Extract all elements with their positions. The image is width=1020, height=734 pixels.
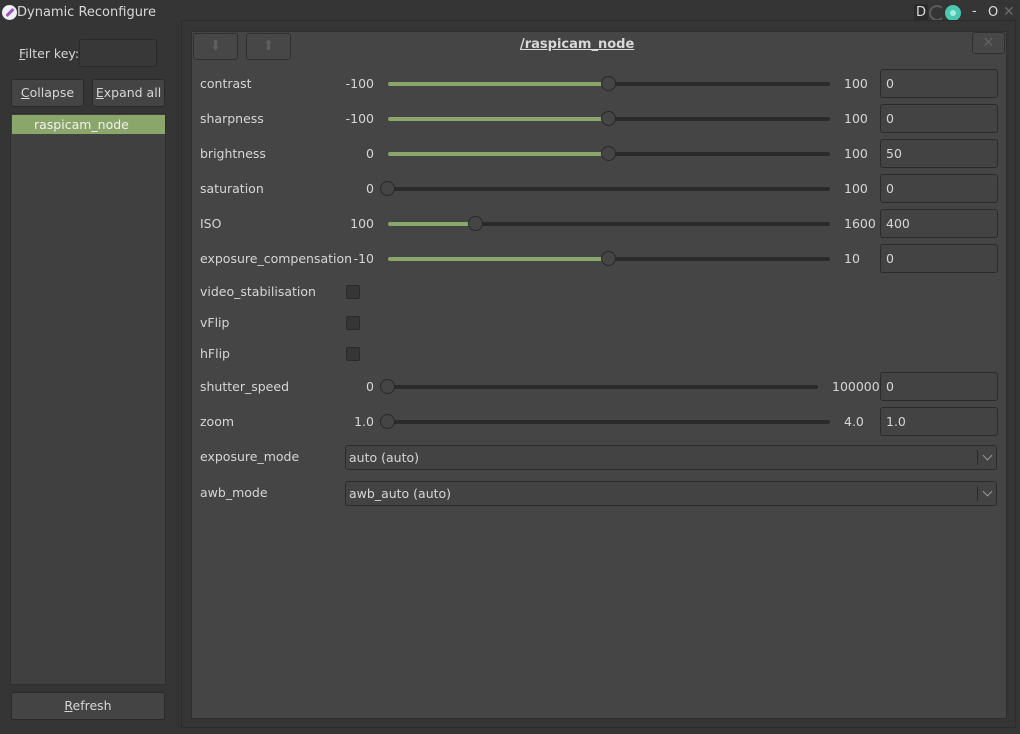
saturation-slider[interactable] xyxy=(388,187,830,191)
left-panel: Filter key: Collapse all Expand all rasp… xyxy=(0,26,178,730)
zoom-max-label: 4.0 xyxy=(844,414,864,429)
exposure-compensation-slider-fill xyxy=(388,257,609,261)
collapse-all-button[interactable]: Collapse all xyxy=(11,79,84,126)
chevron-down-icon xyxy=(982,450,993,461)
tray-d-icon[interactable]: D xyxy=(914,4,928,21)
shutter-speed-slider[interactable] xyxy=(388,385,818,389)
param-label-hflip: hFlip xyxy=(200,346,230,361)
sharpness-slider-handle[interactable] xyxy=(601,111,616,126)
saturation-min-label: 0 xyxy=(366,181,374,196)
close-window-button[interactable]: ✕ xyxy=(1003,4,1015,20)
shutter-speed-value-input[interactable]: 0 xyxy=(880,372,998,401)
param-label-vflip: vFlip xyxy=(200,315,230,330)
iso-value-input[interactable]: 400 xyxy=(880,209,998,238)
contrast-slider-fill xyxy=(388,82,609,86)
param-label-contrast: contrast xyxy=(200,76,252,91)
splitter-handle[interactable] xyxy=(176,26,180,730)
exposure-compensation-min-label: -10 xyxy=(353,251,374,266)
maximize-button[interactable]: O xyxy=(988,5,998,20)
param-label-zoom: zoom xyxy=(200,414,235,429)
app-icon xyxy=(2,5,17,20)
contrast-max-label: 100 xyxy=(844,76,868,91)
iso-slider-fill xyxy=(388,222,477,226)
iso-max-label: 1600 xyxy=(844,216,876,231)
param-label-awb-mode: awb_mode xyxy=(200,485,268,500)
contrast-value-input[interactable]: 0 xyxy=(880,69,998,98)
tree-item-raspicam-node[interactable]: raspicam_node xyxy=(12,115,165,134)
download-button[interactable]: ⬇ xyxy=(193,33,238,60)
exposure-compensation-max-label: 10 xyxy=(844,251,860,266)
download-icon: ⬇ xyxy=(209,38,222,54)
refresh-button[interactable]: Refresh xyxy=(11,692,165,720)
filter-key-label: Filter key: xyxy=(19,46,79,61)
expand-all-button[interactable]: Expand all xyxy=(92,79,165,107)
contrast-min-label: -100 xyxy=(345,76,374,91)
exposure-compensation-value-input[interactable]: 0 xyxy=(880,244,998,273)
brightness-value-input[interactable]: 50 xyxy=(880,139,998,168)
awb-mode-selected-value: awb_auto (auto) xyxy=(349,486,452,501)
zoom-slider-handle[interactable] xyxy=(380,414,395,429)
saturation-slider-handle[interactable] xyxy=(380,181,395,196)
brightness-slider-fill xyxy=(388,152,609,156)
expand-label: xpand all xyxy=(103,85,162,100)
sharpness-slider-fill xyxy=(388,117,609,121)
param-label-exposure-mode: exposure_mode xyxy=(200,449,300,464)
shutter-speed-slider-handle[interactable] xyxy=(380,379,395,394)
exposure-mode-dropdown[interactable]: auto (auto) xyxy=(345,445,997,470)
sharpness-max-label: 100 xyxy=(844,111,868,126)
param-label-brightness: brightness xyxy=(200,146,266,161)
video-stabilisation-checkbox[interactable] xyxy=(346,285,360,299)
expand-mnemonic: E xyxy=(95,85,104,100)
brightness-slider-handle[interactable] xyxy=(601,146,616,161)
awb-mode-dropdown[interactable]: awb_auto (auto) xyxy=(345,481,997,506)
collapse-mnemonic: C xyxy=(20,85,30,100)
close-node-button[interactable]: ✕ xyxy=(972,32,1005,54)
saturation-max-label: 100 xyxy=(844,181,868,196)
window-title: Dynamic Reconfigure xyxy=(17,5,156,20)
param-label-shutter-speed: shutter_speed xyxy=(200,379,290,394)
minimize-button[interactable]: - xyxy=(972,4,977,19)
iso-slider[interactable] xyxy=(388,222,830,226)
hflip-checkbox[interactable] xyxy=(346,347,360,361)
zoom-slider[interactable] xyxy=(388,420,830,424)
exposure-compensation-slider-handle[interactable] xyxy=(601,251,616,266)
exposure-mode-selected-value: auto (auto) xyxy=(349,450,419,465)
zoom-min-label: 1.0 xyxy=(354,414,374,429)
iso-min-label: 100 xyxy=(350,216,374,231)
sharpness-value-input[interactable]: 0 xyxy=(880,104,998,133)
param-label-iso: ISO xyxy=(200,216,222,231)
brightness-max-label: 100 xyxy=(844,146,868,161)
refresh-mnemonic: R xyxy=(64,698,73,713)
reload-icon[interactable] xyxy=(929,5,945,21)
extension-icon[interactable] xyxy=(945,5,961,21)
param-label-exposure-compensation: exposure_compensation xyxy=(200,251,353,266)
dropdown-separator xyxy=(977,486,978,501)
brightness-min-label: 0 xyxy=(366,146,374,161)
chevron-down-icon xyxy=(982,486,993,497)
param-label-sharpness: sharpness xyxy=(200,111,264,126)
param-label-video-stabilisation: video_stabilisation xyxy=(200,284,316,299)
node-tree[interactable]: raspicam_node xyxy=(10,113,166,685)
shutter-speed-max-label: 100000 xyxy=(832,379,880,394)
contrast-slider-handle[interactable] xyxy=(601,76,616,91)
upload-icon: ⬆ xyxy=(262,38,275,54)
upload-button[interactable]: ⬆ xyxy=(246,33,291,60)
filter-label-text: ilter key: xyxy=(25,46,80,61)
zoom-value-input[interactable]: 1.0 xyxy=(880,407,998,436)
shutter-speed-min-label: 0 xyxy=(366,379,374,394)
refresh-label: efresh xyxy=(72,698,112,713)
param-label-saturation: saturation xyxy=(200,181,264,196)
close-icon: ✕ xyxy=(982,35,995,51)
vflip-checkbox[interactable] xyxy=(346,316,360,330)
filter-key-input[interactable] xyxy=(79,39,157,67)
dropdown-separator xyxy=(977,450,978,465)
saturation-value-input[interactable]: 0 xyxy=(880,174,998,203)
sharpness-min-label: -100 xyxy=(345,111,374,126)
node-title: /raspicam_node xyxy=(520,37,635,52)
